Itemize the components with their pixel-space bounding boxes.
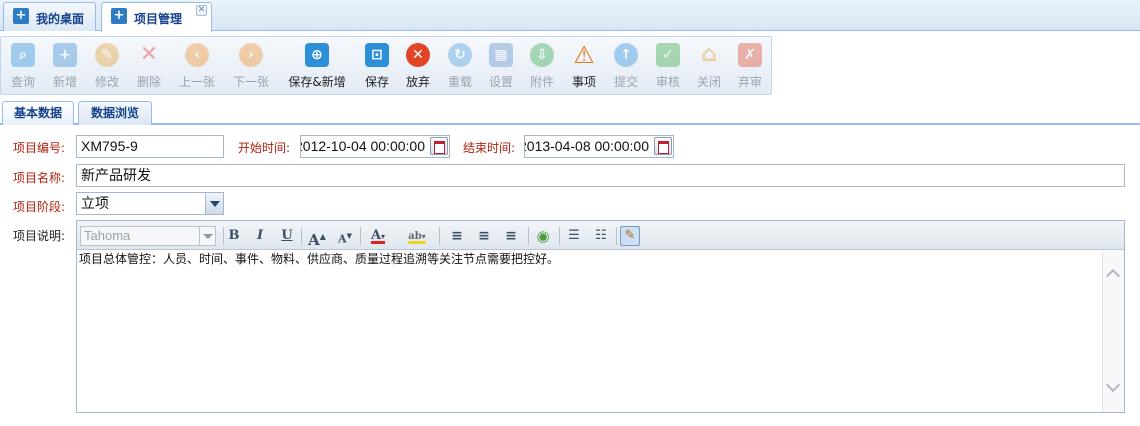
main-toolbar: ⌕ 查询 + 新增 ✎ 修改 ✕ 删除 ‹ 上一张 › 下一张 ⊕ 保存&新增 … bbox=[0, 36, 772, 95]
plus-square-icon: + bbox=[13, 8, 29, 24]
start-time-value: 2012-10-04 00:00:00 bbox=[300, 138, 425, 154]
close-tab-icon[interactable]: ✕ bbox=[196, 5, 207, 16]
scroll-down-icon[interactable] bbox=[1105, 377, 1121, 393]
start-calendar-icon[interactable] bbox=[430, 137, 448, 155]
cart-plus-icon: ⊕ bbox=[305, 43, 329, 67]
delete-x-icon: ✕ bbox=[139, 42, 159, 67]
project-stage-value: 立项 bbox=[81, 195, 109, 211]
pencil-icon: ✎ bbox=[95, 43, 119, 67]
editor-scrollbar[interactable] bbox=[1102, 251, 1124, 412]
font-size-decrease-icon[interactable]: A▼ bbox=[335, 227, 355, 246]
link-icon[interactable]: ◉ bbox=[533, 227, 553, 245]
italic-icon[interactable]: I bbox=[250, 227, 270, 245]
project-desc-label: 项目说明: bbox=[13, 229, 66, 243]
cancel-circle-icon: ✕ bbox=[406, 43, 430, 67]
next-label: 下一张 bbox=[232, 75, 269, 89]
plus-square-icon: + bbox=[111, 8, 127, 24]
start-time-label: 开始时间: bbox=[238, 141, 291, 155]
prev-label: 上一张 bbox=[178, 75, 215, 89]
reload-icon: ↻ bbox=[448, 43, 472, 67]
project-no-input[interactable]: XM795-9 bbox=[76, 135, 224, 158]
end-time-input[interactable]: 2013-04-08 00:00:00 bbox=[524, 135, 674, 158]
thumbs-down-icon: ✗ bbox=[738, 43, 762, 67]
toolbar-divider bbox=[559, 227, 560, 245]
align-left-icon[interactable]: ≡ bbox=[447, 227, 467, 245]
abandon-review-button[interactable]: ✗ 弃审 bbox=[730, 39, 770, 94]
project-desc-editor: Tahoma B I U A▲ A▼ A▾ ab▾ ≡ ≡ ≡ ◉ ☰ ☷ ✎ … bbox=[76, 220, 1125, 413]
window-tab-desktop[interactable]: + 我的桌面 bbox=[3, 2, 96, 31]
font-size-increase-icon[interactable]: A▲ bbox=[307, 227, 327, 249]
search-icon: ⌕ bbox=[11, 43, 35, 67]
home-icon: ⌂ bbox=[701, 42, 717, 67]
save-and-add-label: 保存&新增 bbox=[288, 75, 346, 89]
abandon-review-label: 弃审 bbox=[737, 75, 762, 89]
editor-content[interactable]: 项目总体管控：人员、时间、事件、物料、供应商、质量过程追溯等关注节点需要把控好。 bbox=[77, 251, 1102, 412]
underline-icon[interactable]: U bbox=[277, 227, 297, 245]
project-name-input[interactable]: 新产品研发 bbox=[76, 164, 1125, 187]
tab-basic-data[interactable]: 基本数据 bbox=[2, 101, 74, 125]
arrow-right-icon: › bbox=[239, 43, 263, 67]
project-name-label: 项目名称: bbox=[13, 171, 66, 185]
arrow-up-icon: ↑ bbox=[614, 43, 638, 67]
project-no-label: 项目编号: bbox=[13, 141, 66, 155]
source-edit-icon[interactable]: ✎ bbox=[620, 226, 640, 246]
thumbs-up-icon: ✓ bbox=[656, 43, 680, 67]
prev-button[interactable]: ‹ 上一张 bbox=[177, 39, 217, 94]
bold-icon[interactable]: B bbox=[224, 227, 244, 245]
plus-square-icon: + bbox=[53, 43, 77, 67]
end-time-value: 2013-04-08 00:00:00 bbox=[524, 138, 649, 154]
font-family-select[interactable]: Tahoma bbox=[80, 226, 216, 246]
toolbar-divider bbox=[439, 227, 440, 245]
highlight-color-icon[interactable]: ab▾ bbox=[403, 227, 431, 245]
sub-tab-bar: 基本数据 数据浏览 bbox=[0, 99, 1140, 125]
project-stage-select[interactable]: 立项 bbox=[76, 192, 224, 215]
align-center-icon[interactable]: ≡ bbox=[474, 227, 494, 245]
download-icon: ⇩ bbox=[530, 43, 554, 67]
font-color-icon[interactable]: A▾ bbox=[365, 227, 391, 245]
end-time-label: 结束时间: bbox=[463, 141, 516, 155]
grid-settings-icon: ▦ bbox=[489, 43, 513, 67]
toolbar-divider bbox=[528, 227, 529, 245]
align-right-icon[interactable]: ≡ bbox=[501, 227, 521, 245]
font-family-value: Tahoma bbox=[84, 228, 131, 243]
chevron-down-icon[interactable] bbox=[205, 193, 223, 214]
toolbar-divider bbox=[360, 227, 361, 245]
next-button[interactable]: › 下一张 bbox=[231, 39, 271, 94]
project-stage-label: 项目阶段: bbox=[13, 200, 66, 214]
toolbar-divider bbox=[616, 227, 617, 245]
save-and-add-button[interactable]: ⊕ 保存&新增 bbox=[288, 39, 346, 94]
arrow-left-icon: ‹ bbox=[185, 43, 209, 67]
unordered-list-icon[interactable]: ☷ bbox=[591, 227, 611, 245]
cart-icon: ⊡ bbox=[365, 43, 389, 67]
toolbar-divider bbox=[301, 227, 302, 245]
window-tab-label: 项目管理 bbox=[134, 12, 183, 26]
ordered-list-icon[interactable]: ☰ bbox=[564, 227, 584, 245]
editor-toolbar: Tahoma B I U A▲ A▼ A▾ ab▾ ≡ ≡ ≡ ◉ ☰ ☷ ✎ bbox=[77, 221, 1124, 250]
window-tab-project-management[interactable]: + 项目管理 ✕ bbox=[101, 2, 212, 32]
scroll-up-icon[interactable] bbox=[1105, 268, 1121, 284]
tab-data-browse[interactable]: 数据浏览 bbox=[78, 101, 152, 125]
end-calendar-icon[interactable] bbox=[654, 137, 672, 155]
delete-button[interactable]: ✕ 删除 bbox=[129, 39, 169, 94]
warning-icon: ⚠ bbox=[573, 41, 595, 69]
chevron-down-icon bbox=[199, 227, 215, 245]
window-tab-label: 我的桌面 bbox=[36, 12, 85, 26]
window-tab-bar: + 我的桌面 + 项目管理 ✕ bbox=[0, 0, 1140, 32]
start-time-input[interactable]: 2012-10-04 00:00:00 bbox=[300, 135, 450, 158]
